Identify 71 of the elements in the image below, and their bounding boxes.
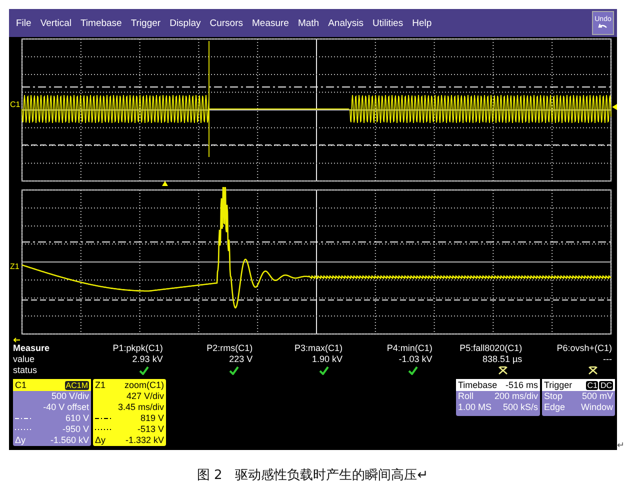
dash-dot-line-icon	[95, 417, 111, 420]
channel-value: 610 V	[65, 413, 89, 424]
menu-item[interactable]: Measure	[252, 18, 289, 28]
zoom-value: 427 V/div	[126, 391, 164, 402]
channel-value: -40 V offset	[43, 402, 89, 413]
zoom-value: 819 V	[140, 413, 164, 424]
row-label: value	[13, 354, 36, 365]
parameter-value: -1.03 kV	[398, 354, 432, 365]
marker-icon	[612, 104, 617, 110]
menu-item[interactable]: Vertical	[40, 18, 72, 28]
dotted-line-icon	[95, 428, 111, 431]
menu-item[interactable]: Timebase	[80, 18, 122, 28]
row-label: Δy	[95, 435, 106, 446]
row-label: Edge	[544, 402, 566, 413]
parameter-name: P2:rms(C1)	[206, 343, 253, 354]
paragraph-mark: ↵	[617, 440, 625, 450]
timebase-delay: -516 ms	[505, 380, 538, 390]
trigger-value: Window	[580, 402, 613, 413]
trace-label: C1	[10, 100, 20, 109]
zoom-panel[interactable]: Z1 zoom(C1) 427 V/div 3.45 ms/div 819 V -513 V Δy -1.332 kV	[93, 379, 166, 446]
menu-item[interactable]: Analysis	[328, 18, 364, 28]
zoom-value: -1.332 kV	[125, 435, 164, 446]
timebase-value: 500 kS/s	[502, 402, 538, 413]
coupling-badge: AC1M	[64, 380, 89, 390]
parameter-name: P5:fall8020(C1)	[458, 343, 522, 354]
figure-caption: 图 2 驱动感性负载时产生的瞬间高压↵	[196, 467, 430, 483]
menu-item[interactable]: Utilities	[372, 18, 404, 28]
menu-item[interactable]: Display	[170, 18, 201, 28]
dotted-line-icon	[15, 428, 31, 431]
trigger-badge: DC	[599, 380, 613, 390]
trace-label: Z1	[10, 262, 20, 271]
menu-item[interactable]: Trigger	[130, 18, 161, 28]
channel-name: C1	[15, 380, 27, 390]
timebase-panel[interactable]: Timebase -516 ms Roll 200 ms/div 1.00 MS 500 kS/s	[456, 379, 540, 416]
row-label: 1.00 MS	[458, 402, 492, 413]
menu-item[interactable]: File	[16, 18, 32, 28]
trigger-badge: C1	[586, 380, 598, 390]
parameter-name: P1:pkpk(C1)	[112, 343, 163, 354]
zoom-name: Z1	[95, 380, 106, 390]
row-label: Roll	[458, 391, 474, 402]
channel-panel[interactable]: C1 AC1M 500 V/div -40 V offset 610 V -950 V Δy -1.560 kV	[13, 379, 91, 446]
parameter-name: P6:ovsh+(C1)	[556, 343, 612, 354]
row-label: status	[13, 365, 38, 376]
measure-title: Measure	[13, 343, 51, 354]
parameter-name: P3:max(C1)	[293, 343, 342, 354]
channel-value: -1.560 kV	[50, 435, 89, 446]
undo-icon	[598, 23, 608, 30]
menu-item[interactable]: Cursors	[210, 18, 243, 28]
channel-value: -950 V	[62, 424, 89, 435]
zoom-value: 3.45 ms/div	[118, 402, 164, 413]
dash-dot-line-icon	[15, 417, 31, 420]
timebase-value: 200 ms/div	[494, 391, 538, 402]
trigger-marker-icon	[162, 181, 168, 186]
trigger-title: Trigger	[544, 380, 572, 390]
parameter-value: 223 V	[228, 354, 253, 365]
row-label: Δy	[15, 435, 26, 446]
channel-value: 500 V/div	[51, 391, 89, 402]
parameter-name: P4:min(C1)	[386, 343, 432, 354]
zoom-source: zoom(C1)	[124, 380, 164, 390]
zoom-value: -513 V	[137, 424, 164, 435]
trigger-value: 500 mV	[582, 391, 613, 402]
parameter-value: ---	[602, 354, 612, 365]
row-label: Stop	[544, 391, 563, 402]
parameter-value: 1.90 kV	[310, 354, 342, 365]
menu-item[interactable]: Math	[298, 18, 320, 28]
menu-item[interactable]: Help	[412, 18, 432, 28]
trigger-panel[interactable]: Trigger C1 DC Stop 500 mV Edge Window	[542, 379, 615, 416]
timebase-title: Timebase	[458, 380, 498, 390]
left-arrow-icon	[13, 337, 21, 343]
parameter-value: 838.51 µs	[481, 354, 522, 365]
parameter-value: 2.93 kV	[131, 354, 163, 365]
